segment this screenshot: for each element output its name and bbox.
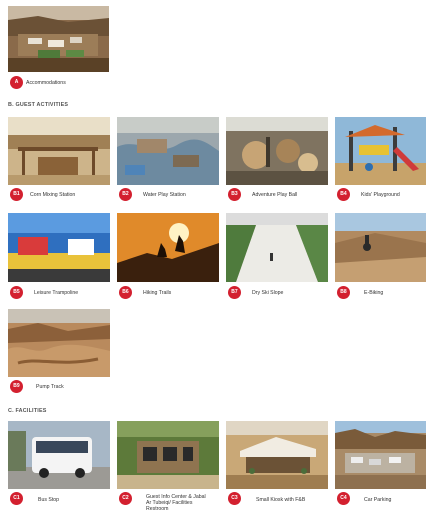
activity-label: Leisure Trampoline bbox=[34, 290, 79, 296]
e-biking-photo bbox=[335, 213, 426, 282]
activity-badge: B5 bbox=[10, 286, 23, 299]
facility-badge: C1 bbox=[10, 492, 23, 505]
activity-label: E-Biking bbox=[364, 290, 384, 296]
facility-label: Guest Info Center & Jabal Ar Tubeiqi/ Fa… bbox=[146, 494, 206, 512]
accommodations-label: Accommodations bbox=[26, 80, 66, 86]
accommodations-photo bbox=[8, 6, 109, 72]
activity-badge: B6 bbox=[119, 286, 132, 299]
bus-stop-photo bbox=[8, 421, 110, 489]
activity-badge: B8 bbox=[337, 286, 350, 299]
activity-label: Adventure Play Ball bbox=[252, 192, 298, 198]
facility-badge: C4 bbox=[337, 492, 350, 505]
activity-badge: B9 bbox=[10, 380, 23, 393]
guest-info-center-photo bbox=[117, 421, 219, 489]
kids-playground-photo bbox=[335, 117, 426, 185]
activity-label: Water Play Station bbox=[143, 192, 186, 198]
facility-badge: C2 bbox=[119, 492, 132, 505]
facility-label: Bus Stop bbox=[38, 497, 60, 503]
activity-badge: B3 bbox=[228, 188, 241, 201]
activity-label: Hiking Trails bbox=[143, 290, 172, 296]
hiking-trails-photo bbox=[117, 213, 219, 282]
small-kiosk-photo bbox=[226, 421, 328, 489]
accommodations-badge: A bbox=[10, 76, 23, 89]
activity-label: Dry Ski Slope bbox=[252, 290, 284, 296]
activity-badge: B1 bbox=[10, 188, 23, 201]
pump-track-photo bbox=[8, 309, 110, 377]
guest-activities-heading: B. GUEST ACTIVITIES bbox=[8, 102, 69, 108]
facility-label: Car Parking bbox=[364, 497, 392, 503]
activity-label: Kids' Playground bbox=[361, 192, 400, 198]
activity-badge: B2 bbox=[119, 188, 132, 201]
adventure-play-ball-photo bbox=[226, 117, 328, 185]
activity-label: Corn Mixing Station bbox=[30, 192, 76, 198]
dry-ski-slope-photo bbox=[226, 213, 328, 282]
activity-badge: B7 bbox=[228, 286, 241, 299]
facility-badge: C3 bbox=[228, 492, 241, 505]
leisure-trampoline-photo bbox=[8, 213, 110, 282]
activity-badge: B4 bbox=[337, 188, 350, 201]
corn-mixing-station-photo bbox=[8, 117, 110, 185]
water-play-station-photo bbox=[117, 117, 219, 185]
facility-label: Small Kiosk with F&B bbox=[256, 497, 306, 503]
facilities-heading: C. FACILITIES bbox=[8, 408, 47, 414]
activity-label: Pump Track bbox=[36, 384, 64, 390]
car-parking-photo bbox=[335, 421, 426, 489]
